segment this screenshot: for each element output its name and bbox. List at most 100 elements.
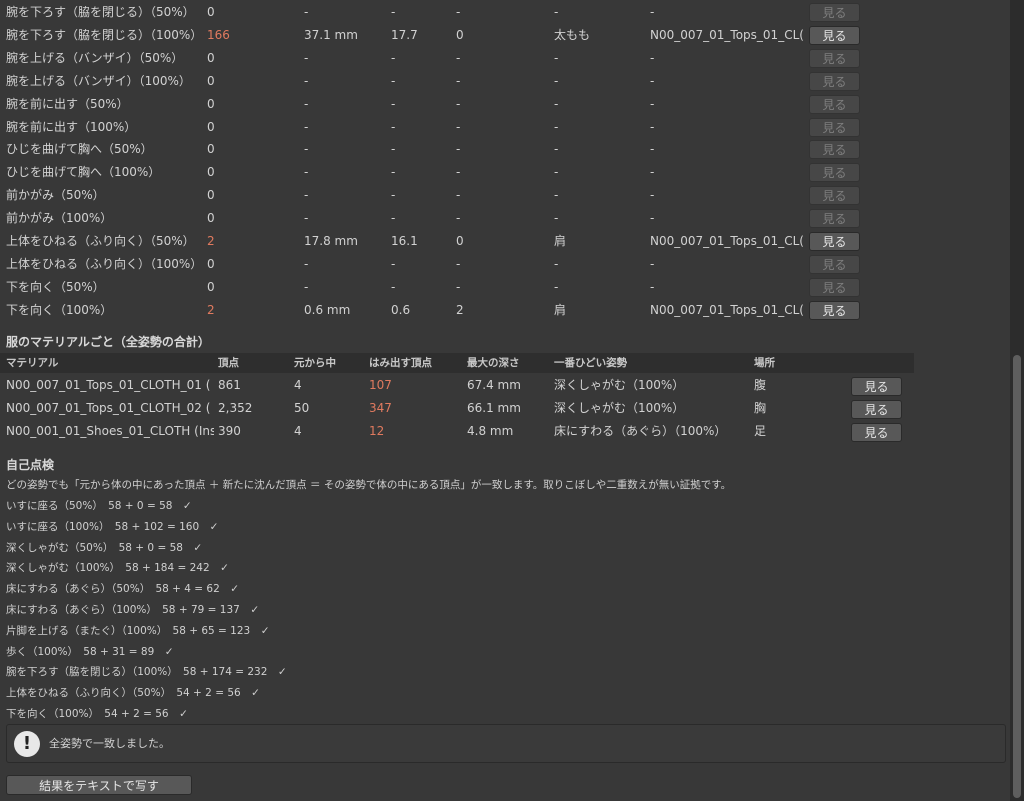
material-row: N00_007_01_Tops_01_CLOTH_02 (2,352 50 347 6… <box>0 397 1010 420</box>
body-part: - <box>554 5 559 19</box>
ratio-value: - <box>391 119 396 134</box>
material-name: - <box>650 5 655 19</box>
pose-label: ひじを曲げて胸へ（100%） <box>6 165 161 180</box>
pose-label: ひじを曲げて胸へ（50%） <box>6 142 153 157</box>
view-button[interactable]: 見る <box>809 232 860 251</box>
inside-count: 0 <box>207 5 215 19</box>
header-original: 元から中 <box>294 357 336 369</box>
header-material: マテリアル <box>6 357 59 369</box>
vertical-scrollbar[interactable] <box>1010 0 1024 801</box>
extra-count: 0 <box>456 234 464 248</box>
inside-count: 0 <box>207 142 215 157</box>
extra-count: - <box>456 279 461 294</box>
material-row: N00_001_01_Shoes_01_CLOTH (Ins 390 4 12 4.8 … <box>0 420 1010 443</box>
view-button[interactable]: 見る <box>809 300 860 320</box>
extra-count: - <box>456 211 461 226</box>
pose-label: 下を向く（100%） <box>6 302 113 317</box>
scrollbar-thumb[interactable] <box>1013 355 1021 798</box>
depth-value: 17.8 mm <box>304 234 358 248</box>
pose-row: 下を向く（100%） 2 0.6 mm 0.6 2 肩 N00_007_01_Tops_01… <box>0 299 1010 322</box>
inside-count: 2 <box>207 302 215 317</box>
worst-pose: 深くしゃがむ（100%） <box>554 378 685 392</box>
pose-row: 腕を下ろす（脇を閉じる）（100%） 166 37.1 mm 17.7 0 太もも N00_… <box>0 24 1010 47</box>
view-button[interactable]: 見る <box>809 277 860 297</box>
inside-count: 0 <box>207 50 215 65</box>
pose-row: ひじを曲げて胸へ（50%） 0 - - - - - 見る <box>0 138 1010 161</box>
view-button[interactable]: 見る <box>809 48 860 68</box>
extra-count: - <box>456 142 461 157</box>
body-part: - <box>554 211 559 226</box>
header-worst-pose: 一番ひどい姿勢 <box>554 357 628 369</box>
material-name: - <box>650 119 655 134</box>
material-name: - <box>650 188 655 203</box>
depth-value: - <box>304 165 309 180</box>
protruding-count: 107 <box>369 378 392 392</box>
extra-count: 2 <box>456 302 464 317</box>
check-line: 深くしゃがむ（50%） 58 + 0 = 58 ✓ <box>6 541 203 554</box>
check-line: 上体をひねる（ふり向く）（50%） 54 + 2 = 56 ✓ <box>6 687 260 700</box>
inside-count: 0 <box>207 256 215 271</box>
depth-value: 0.6 mm <box>304 302 351 317</box>
check-line: 下を向く（100%） 54 + 2 = 56 ✓ <box>6 708 188 720</box>
check-line: 深くしゃがむ（100%） 58 + 184 = 242 ✓ <box>6 562 229 575</box>
material-table-header: マテリアル 頂点 元から中 はみ出す頂点 最大の深さ 一番ひどい姿勢 場所 <box>0 353 914 373</box>
header-location: 場所 <box>754 357 775 369</box>
ratio-value: - <box>391 165 396 180</box>
inside-count: 0 <box>207 119 215 134</box>
view-button[interactable]: 見る <box>851 377 902 396</box>
body-part: - <box>554 119 559 134</box>
location: 胸 <box>754 401 767 415</box>
view-button[interactable]: 見る <box>809 117 860 137</box>
view-button[interactable]: 見る <box>809 209 860 229</box>
extra-count: - <box>456 188 461 203</box>
body-part: - <box>554 50 559 65</box>
material-name: - <box>650 73 655 88</box>
ratio-value: - <box>391 5 396 19</box>
body-part: - <box>554 188 559 203</box>
depth-value: - <box>304 279 309 294</box>
material-name: - <box>650 96 655 111</box>
location: 足 <box>754 424 767 438</box>
pose-label: 前かがみ（100%） <box>6 211 113 226</box>
view-button[interactable]: 見る <box>809 94 860 114</box>
inside-count: 166 <box>207 27 230 42</box>
ratio-value: - <box>391 256 396 271</box>
view-button[interactable]: 見る <box>809 186 860 206</box>
body-part: - <box>554 165 559 180</box>
pose-row: 上体をひねる（ふり向く）（100%） 0 - - - - - 見る <box>0 253 1010 276</box>
original-inside: 4 <box>294 424 302 438</box>
ratio-value: - <box>391 211 396 226</box>
inside-count: 0 <box>207 96 215 111</box>
copy-results-button[interactable]: 結果をテキストで写す <box>6 775 192 795</box>
depth-value: - <box>304 50 309 65</box>
pose-row: 前かがみ（100%） 0 - - - - - 見る <box>0 207 1010 230</box>
view-button[interactable]: 見る <box>809 71 860 91</box>
ratio-value: - <box>391 142 396 157</box>
pose-label: 腕を下ろす（脇を閉じる）（50%） <box>6 5 195 19</box>
ratio-value: - <box>391 50 396 65</box>
inspector-content: 腕を下ろす（脇を閉じる）（50%） 0- - - - - 見る 腕を下ろす（脇を閉じる）（10… <box>0 0 1010 801</box>
inside-count: 0 <box>207 188 215 203</box>
view-button[interactable]: 見る <box>809 25 860 45</box>
depth-value: - <box>304 5 309 19</box>
body-part: 肩 <box>554 302 567 317</box>
material-section-title: 服のマテリアルごと（全姿勢の合計） <box>6 335 210 349</box>
view-button[interactable]: 見る <box>809 140 860 160</box>
body-part: - <box>554 279 559 294</box>
view-button[interactable]: 見る <box>809 254 860 274</box>
view-button[interactable]: 見る <box>809 163 860 183</box>
max-depth: 66.1 mm <box>467 401 521 415</box>
material-name: - <box>650 279 655 294</box>
view-button[interactable]: 見る <box>809 3 860 22</box>
pose-row: 前かがみ（50%） 0 - - - - - 見る <box>0 184 1010 207</box>
protruding-count: 347 <box>369 401 392 415</box>
material-name: - <box>650 50 655 65</box>
pose-label: 腕を下ろす（脇を閉じる）（100%） <box>6 27 202 42</box>
inside-count: 0 <box>207 279 215 294</box>
pose-row: ひじを曲げて胸へ（100%） 0 - - - - - 見る <box>0 161 1010 184</box>
view-button[interactable]: 見る <box>851 400 902 419</box>
depth-value: 37.1 mm <box>304 27 358 42</box>
header-protruding: はみ出す頂点 <box>369 357 432 369</box>
check-line: いすに座る（100%） 58 + 102 = 160 ✓ <box>6 520 219 533</box>
view-button[interactable]: 見る <box>851 423 902 442</box>
